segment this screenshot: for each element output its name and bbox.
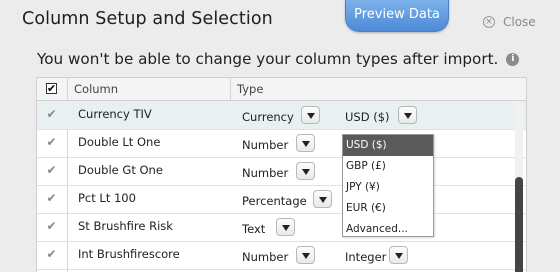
type-dropdown-button[interactable] [276,218,295,236]
currency-option[interactable]: Advanced... [343,219,433,240]
column-divider [230,78,231,100]
column-type-value: Number [242,138,289,152]
type-dropdown-button[interactable] [313,190,332,208]
format-value: USD ($) [345,110,390,124]
row-checkbox[interactable]: ✔ [46,192,57,204]
close-label: Close [503,15,536,29]
column-name: Double Gt One [78,163,163,177]
preview-data-button[interactable]: Preview Data [345,0,449,32]
close-button[interactable]: × Close [483,15,536,29]
currency-dropdown-menu: USD ($) GBP (£) JPY (¥) EUR (€) Advanced... [342,134,434,237]
dialog-title: Column Setup and Selection [22,9,273,29]
column-type-value: Currency [242,110,294,124]
column-name: Currency TIV [78,107,152,121]
column-name: Pct Lt 100 [78,191,136,205]
type-dropdown-button[interactable] [296,162,315,180]
column-name: St Brushfire Risk [78,219,173,233]
row-checkbox[interactable]: ✔ [46,108,57,120]
column-name: Int Brushfirescore [78,247,180,261]
select-all-checkbox[interactable]: ✔ [46,83,57,94]
table-row[interactable]: ✔ Double Gt One Number [37,157,526,186]
table-row[interactable]: ✔ Int Brushfirescore Number Integer [37,241,526,270]
row-checkbox[interactable]: ✔ [46,136,57,148]
type-dropdown-button[interactable] [301,106,320,124]
currency-option[interactable]: USD ($) [343,135,433,156]
format-dropdown-button[interactable] [389,246,408,264]
table-scrollbar[interactable] [515,101,523,272]
table-row[interactable]: ✔ Pct Lt 100 Percentage [37,185,526,214]
format-dropdown-button[interactable] [398,106,417,124]
import-warning-text: You won't be able to change your column … [37,50,499,68]
table-row[interactable]: ✔ Double Lt One Number [37,129,526,158]
import-warning: You won't be able to change your column … [37,50,520,68]
table-row[interactable]: ✔ St Brushfire Risk Text [37,213,526,242]
column-type-value: Number [242,250,289,264]
column-type-value: Percentage [242,194,307,208]
format-value: Integer [345,250,387,264]
currency-option[interactable]: EUR (€) [343,198,433,219]
type-dropdown-button[interactable] [296,134,315,152]
column-type-value: Number [242,166,289,180]
type-header: Type [237,82,264,96]
close-icon: × [483,16,495,28]
column-table: ✔ Column Type ✔ Currency TIV Currency USD (… [36,77,527,272]
table-row[interactable]: ✔ Currency TIV Currency USD ($) [37,101,526,130]
info-icon[interactable]: i [506,52,520,66]
currency-option[interactable]: GBP (£) [343,156,433,177]
column-type-value: Text [242,222,266,236]
row-checkbox[interactable]: ✔ [46,220,57,232]
table-header: ✔ Column Type [37,78,526,101]
type-dropdown-button[interactable] [296,246,315,264]
scrollbar-thumb[interactable] [515,177,523,272]
row-checkbox[interactable]: ✔ [46,164,57,176]
column-name: Double Lt One [78,135,161,149]
column-header: Column [74,82,119,96]
currency-option[interactable]: JPY (¥) [343,177,433,198]
row-checkbox[interactable]: ✔ [46,248,57,260]
